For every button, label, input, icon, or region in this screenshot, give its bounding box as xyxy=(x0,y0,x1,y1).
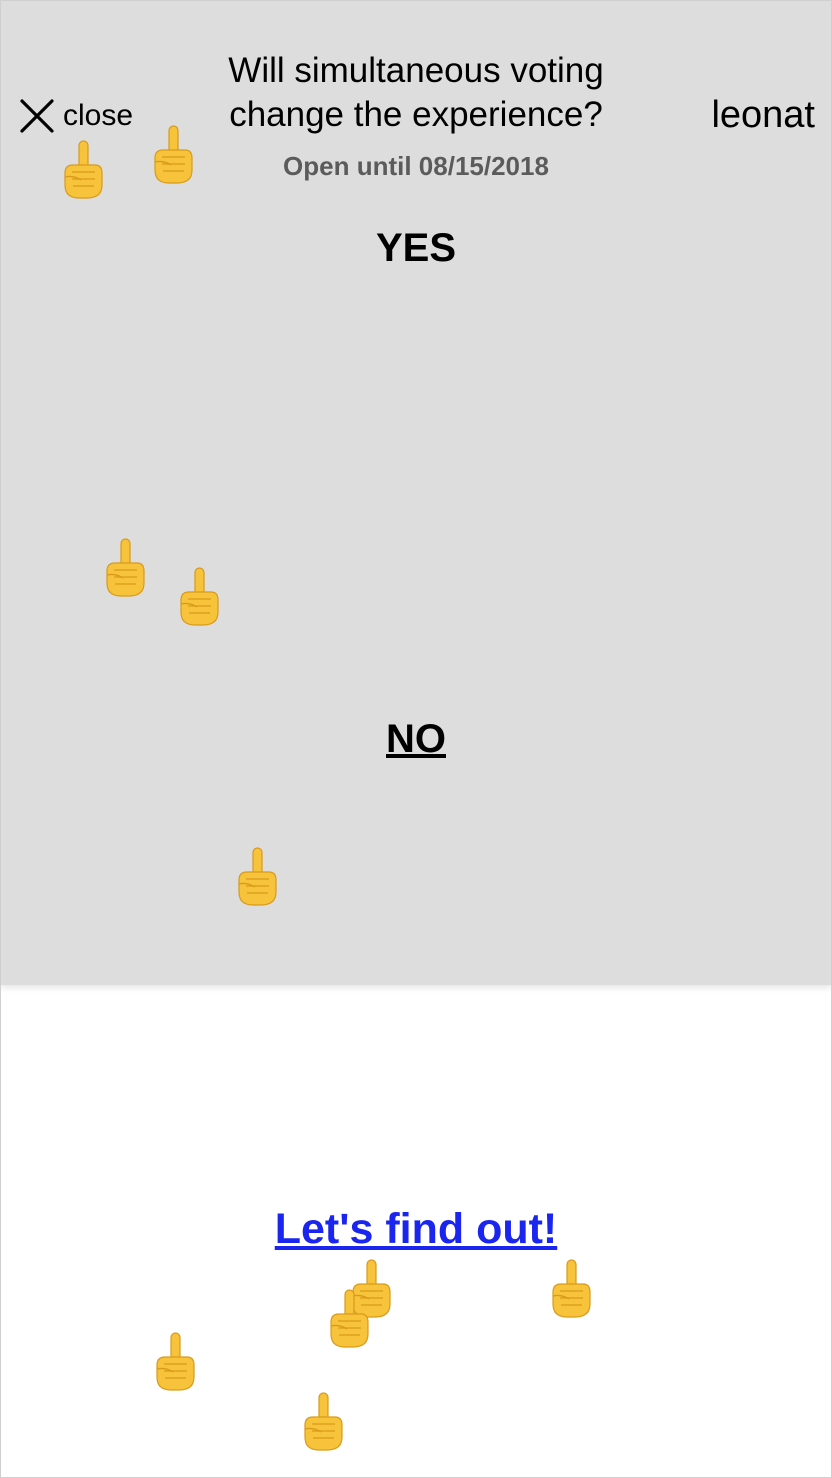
pointing-finger-icon xyxy=(552,1259,591,1318)
pointing-finger-icon xyxy=(304,1392,343,1451)
pointing-finger-icon xyxy=(352,1259,391,1318)
vote-panel: close Will simultaneous voting change th… xyxy=(1,1,831,985)
close-button[interactable]: close xyxy=(19,96,133,136)
poll-deadline: Open until 08/15/2018 xyxy=(283,151,549,181)
pointing-finger-icon xyxy=(330,1289,369,1348)
username: leonat xyxy=(711,94,815,136)
pointing-finger-icon xyxy=(156,1332,195,1391)
find-out-link[interactable]: Let's find out! xyxy=(1,1205,831,1254)
vote-no-option[interactable]: NO xyxy=(1,717,831,762)
question-line-1: Will simultaneous voting xyxy=(228,51,604,90)
app-frame: close Will simultaneous voting change th… xyxy=(0,0,832,1478)
poll-question: Will simultaneous voting change the expe… xyxy=(196,49,636,137)
vote-yes-option[interactable]: YES xyxy=(1,226,831,271)
close-x-icon xyxy=(20,99,54,133)
question-line-2: change the experience? xyxy=(229,95,603,134)
close-label: close xyxy=(63,99,134,132)
